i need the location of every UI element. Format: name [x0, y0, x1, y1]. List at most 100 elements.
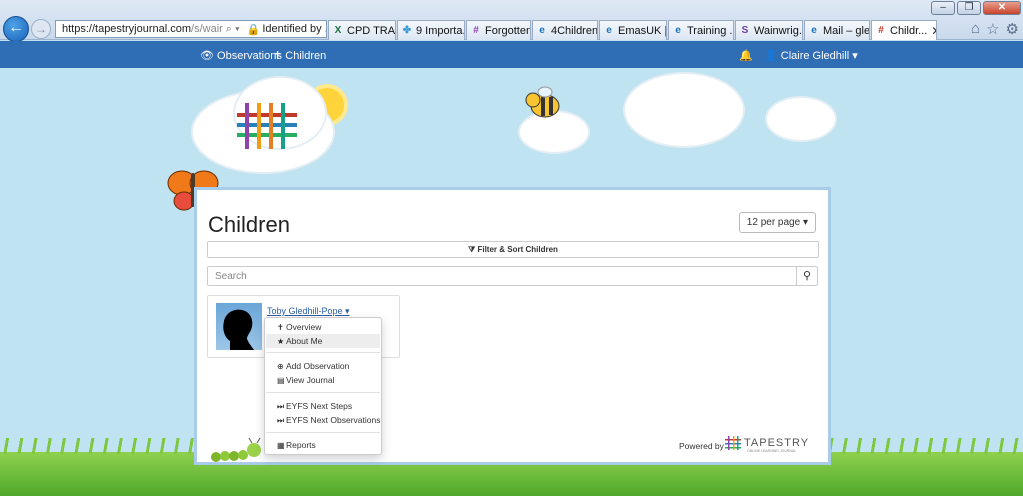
- ie-icon: e: [675, 24, 681, 36]
- favorites-star-icon[interactable]: ☆: [986, 20, 999, 38]
- tab-label: Childr...: [890, 24, 928, 37]
- tapestry-icon: #: [473, 24, 479, 36]
- powered-by-label: Powered by: [679, 441, 724, 451]
- tab-cpd[interactable]: X CPD TRA...: [328, 20, 396, 40]
- tab-label: Forgotten...: [485, 24, 531, 37]
- tapestry-brand-logo: TAPESTRY ONLINE LEARNING JOURNAL: [725, 436, 810, 453]
- identity-label[interactable]: Identified by ...: [262, 23, 326, 35]
- home-icon[interactable]: ⌂: [971, 20, 980, 38]
- logo-text: TAPESTRY: [744, 437, 810, 449]
- lock-icon[interactable]: 🔒: [247, 23, 261, 36]
- tab-strip: XCPD TRA... ✤9 Importa... #Forgotten... …: [328, 20, 938, 40]
- notifications-bell-icon[interactable]: 🔔: [739, 49, 753, 62]
- search-input[interactable]: [207, 266, 797, 286]
- step-forward-icon: ⏭: [277, 402, 285, 411]
- tab-emasuk[interactable]: e EmasUK |...: [599, 20, 667, 40]
- excel-icon: X: [334, 24, 342, 36]
- nav-children[interactable]: ✝ Children: [273, 49, 326, 62]
- window-controls: – ❐ ✕: [931, 1, 1021, 15]
- back-button[interactable]: ←: [3, 16, 29, 42]
- address-url-path: /s/wair: [191, 23, 223, 35]
- plus-circle-icon: ⊕: [277, 362, 284, 371]
- step-forward-icon: ⏭: [277, 416, 285, 425]
- tab-4children[interactable]: e 4Children...: [532, 20, 598, 40]
- page-title: Children: [208, 212, 290, 237]
- tab-label: Training ...: [687, 24, 734, 37]
- address-url: https://tapestryjournal.com: [62, 23, 192, 35]
- tapestry-mark-icon: [725, 436, 741, 450]
- close-tab-icon[interactable]: ✕: [931, 24, 936, 38]
- menu-item-label: EYFS Next Observations: [286, 415, 381, 425]
- ie-icon: e: [606, 24, 612, 36]
- browser-toolbar-icons: ⌂ ☆ ⚙: [971, 20, 1019, 38]
- tapestry-logo-icon: [237, 103, 297, 149]
- tab-label: Mail – gle...: [823, 24, 870, 37]
- menu-item-label: About Me: [286, 336, 323, 346]
- browser-chrome: – ❐ ✕ ← → https://tapestryjournal.com/s/…: [0, 0, 1023, 42]
- menu-item-eyfs-next-observations[interactable]: ⏭ EYFS Next Observations: [266, 413, 380, 427]
- menu-item-label: Reports: [286, 440, 316, 450]
- minimize-button[interactable]: –: [931, 1, 955, 15]
- nav-children-label: Children: [285, 50, 327, 62]
- logo-subtitle: ONLINE LEARNING JOURNAL: [747, 449, 797, 453]
- tab-children[interactable]: # Childr...✕: [871, 20, 937, 40]
- menu-item-eyfs-next-steps[interactable]: ⏭ EYFS Next Steps: [266, 399, 380, 413]
- menu-item-view-journal[interactable]: ▤View Journal: [266, 373, 380, 387]
- menu-divider: [266, 392, 380, 393]
- restore-button[interactable]: ❐: [957, 1, 981, 15]
- tab-important[interactable]: ✤ 9 Importa...: [397, 20, 465, 40]
- child-silhouette-icon: [223, 309, 254, 350]
- menu-item-overview[interactable]: ✝ Overview: [266, 320, 380, 334]
- tab-mail[interactable]: e Mail – gle...: [804, 20, 870, 40]
- cloud-decoration: [767, 98, 835, 140]
- search-icon: ⚲: [802, 270, 812, 282]
- menu-item-about-me[interactable]: ★ About Me: [266, 334, 380, 348]
- search-icon[interactable]: ⌕ ▾: [226, 23, 240, 36]
- star-icon: ★: [277, 337, 285, 346]
- address-bar[interactable]: https://tapestryjournal.com/s/wair ⌕ ▾ 🔒…: [55, 20, 327, 38]
- menu-item-label: Overview: [286, 322, 322, 332]
- user-menu[interactable]: 👤 Claire Gledhill ▾: [764, 49, 858, 62]
- eye-icon: 👁: [200, 50, 214, 62]
- menu-item-label: EYFS Next Steps: [286, 401, 353, 411]
- bee-icon: [525, 86, 560, 118]
- tab-label: 9 Importa...: [416, 24, 464, 37]
- filter-icon: ⧩: [468, 245, 476, 254]
- nav-observations[interactable]: 👁 Observations: [200, 49, 282, 62]
- site-icon: ✤: [402, 24, 412, 36]
- tab-training[interactable]: e Training ...: [668, 20, 734, 40]
- child-icon: ✝: [273, 50, 283, 62]
- tab-wainwright[interactable]: S Wainwrig...: [735, 20, 803, 40]
- per-page-label: 12 per page: [746, 217, 801, 228]
- tab-label: CPD TRA...: [347, 24, 396, 37]
- child-name: Toby Gledhill-Pope: [267, 306, 343, 316]
- site-navbar: 👁 Observations ✝ Children 🔔 👤 Claire Gle…: [0, 41, 1023, 68]
- child-name-dropdown-toggle[interactable]: Toby Gledhill-Pope ▾: [267, 306, 350, 317]
- search-button[interactable]: ⚲: [796, 266, 818, 286]
- book-icon: ▤: [277, 376, 285, 385]
- per-page-select[interactable]: 12 per page ▾: [738, 212, 816, 233]
- tab-label: EmasUK |...: [618, 24, 666, 37]
- menu-item-label: View Journal: [286, 375, 335, 385]
- user-name: Claire Gledhill: [780, 50, 850, 62]
- menu-item-add-observation[interactable]: ⊕ Add Observation: [266, 359, 380, 373]
- menu-divider: [266, 352, 380, 353]
- child-avatar[interactable]: [216, 303, 262, 350]
- caterpillar-icon: [211, 437, 261, 462]
- tapestry-icon: #: [878, 24, 884, 36]
- settings-gear-icon[interactable]: ⚙: [1006, 20, 1019, 38]
- skype-icon: S: [741, 24, 749, 36]
- user-icon: 👤: [764, 50, 778, 62]
- filter-sort-button[interactable]: ⧩ Filter & Sort Children: [207, 241, 819, 258]
- report-icon: ▦: [277, 441, 285, 450]
- forward-button[interactable]: →: [31, 19, 51, 39]
- tab-label: 4Children...: [551, 24, 598, 37]
- filter-label: Filter & Sort Children: [477, 245, 558, 254]
- ie-icon: e: [811, 24, 817, 36]
- close-window-button[interactable]: ✕: [983, 1, 1021, 15]
- child-actions-menu: ✝ Overview ★ About Me ⊕ Add Observation ▤Vi…: [264, 317, 382, 455]
- tab-forgotten[interactable]: # Forgotten...: [466, 20, 531, 40]
- ie-icon: e: [539, 24, 545, 36]
- menu-item-reports[interactable]: ▦Reports: [266, 438, 380, 452]
- tab-label: Wainwrig...: [754, 24, 803, 37]
